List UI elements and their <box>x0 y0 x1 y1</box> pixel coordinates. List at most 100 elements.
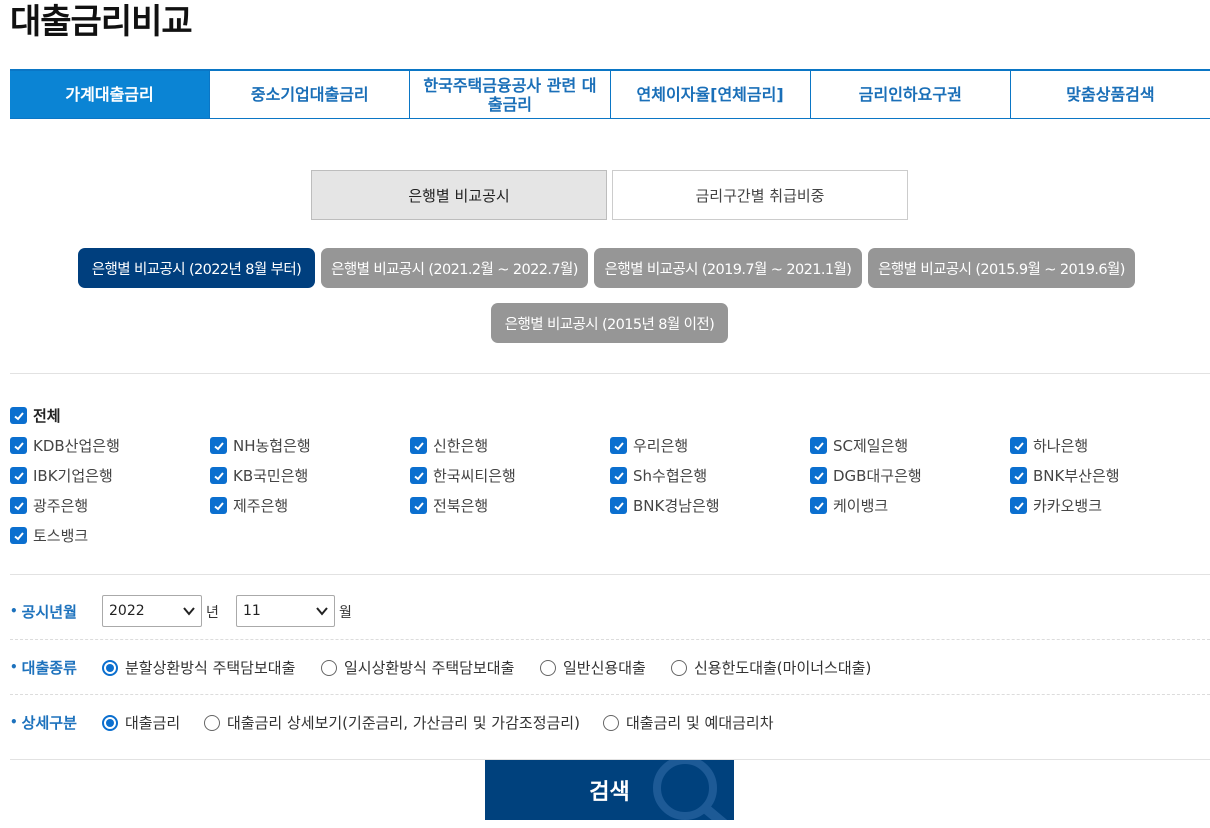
checkbox-checked-icon <box>210 437 227 454</box>
checkbox-bank[interactable]: KB국민은행 <box>210 465 308 486</box>
radio-label: 일시상환방식 주택담보대출 <box>344 659 515 677</box>
year-value: 2022 <box>109 603 145 619</box>
detail-label: 상세구분 <box>21 713 77 732</box>
year-select[interactable]: 2022 <box>102 595 202 627</box>
tab-custom-product-search[interactable]: 맞춤상품검색 <box>1011 71 1210 118</box>
page-title: 대출금리비교 <box>10 2 193 42</box>
tab-overdue-rate[interactable]: 연체이자율[연체금리] <box>611 71 811 118</box>
month-unit: 월 <box>339 605 352 621</box>
checkbox-checked-icon <box>10 437 27 454</box>
checkbox-checked-icon <box>10 407 27 424</box>
checkbox-bank[interactable]: KDB산업은행 <box>10 435 120 456</box>
checkbox-checked-icon <box>410 467 427 484</box>
checkbox-bank[interactable]: NH농협은행 <box>210 435 311 456</box>
checkbox-bank[interactable]: 케이뱅크 <box>810 495 888 516</box>
checkbox-bank-label: NH농협은행 <box>233 437 311 455</box>
checkbox-bank[interactable]: SC제일은행 <box>810 435 908 456</box>
radio-label: 일반신용대출 <box>563 659 646 677</box>
radio-label: 신용한도대출(마이너스대출) <box>694 659 872 677</box>
checkbox-checked-icon <box>610 497 627 514</box>
checkbox-checked-icon <box>210 497 227 514</box>
radio-unselected-icon <box>204 714 220 731</box>
radio-credit-line[interactable]: 신용한도대출(마이너스대출) <box>671 657 871 678</box>
detail-row-label: • 상세구분 <box>10 711 77 733</box>
checkbox-bank[interactable]: 제주은행 <box>210 495 288 516</box>
checkbox-bank[interactable]: 전북은행 <box>410 495 488 516</box>
checkbox-bank[interactable]: BNK경남은행 <box>610 495 720 516</box>
checkbox-checked-icon <box>610 437 627 454</box>
checkbox-all-label: 전체 <box>33 407 61 425</box>
period-button-2015-09[interactable]: 은행별 비교공시 (2015.9월 ~ 2019.6월) <box>868 248 1135 288</box>
month-value: 11 <box>243 603 261 619</box>
checkbox-bank-label: 제주은행 <box>233 497 289 515</box>
checkbox-bank[interactable]: BNK부산은행 <box>1010 465 1120 486</box>
radio-unselected-icon <box>321 659 337 676</box>
checkbox-bank-label: SC제일은행 <box>833 437 909 455</box>
checkbox-checked-icon <box>10 467 27 484</box>
segment-rate-range-share[interactable]: 금리구간별 취급비중 <box>612 170 908 220</box>
tab-household-loan-rate[interactable]: 가계대출금리 <box>10 71 211 118</box>
period-button-2021-02[interactable]: 은행별 비교공시 (2021.2월 ~ 2022.7월) <box>321 248 588 288</box>
period-button-2022-08[interactable]: 은행별 비교공시 (2022년 8월 부터) <box>78 248 315 288</box>
month-select[interactable]: 11 <box>236 595 335 627</box>
checkbox-checked-icon <box>810 497 827 514</box>
radio-selected-icon <box>102 659 118 676</box>
divider <box>10 639 1210 640</box>
tab-rate-cut-request[interactable]: 금리인하요구권 <box>811 71 1011 118</box>
radio-unselected-icon <box>671 659 687 676</box>
checkbox-checked-icon <box>210 467 227 484</box>
checkbox-checked-icon <box>810 437 827 454</box>
checkbox-all[interactable]: 전체 <box>10 405 61 426</box>
bullet-icon: • <box>10 660 18 674</box>
period-label: 공시년월 <box>21 602 77 621</box>
year-unit: 년 <box>206 605 219 621</box>
checkbox-checked-icon <box>10 527 27 544</box>
period-button-2019-07[interactable]: 은행별 비교공시 (2019.7월 ~ 2021.1월) <box>594 248 862 288</box>
radio-general-credit[interactable]: 일반신용대출 <box>540 657 646 678</box>
chevron-down-icon <box>183 607 195 616</box>
checkbox-checked-icon <box>10 497 27 514</box>
checkbox-bank[interactable]: 한국씨티은행 <box>410 465 516 486</box>
radio-loan-deposit-spread[interactable]: 대출금리 및 예대금리차 <box>603 712 774 733</box>
magnifier-icon <box>653 760 728 820</box>
chevron-down-icon <box>316 607 328 616</box>
main-tabs: 가계대출금리 중소기업대출금리 한국주택금융공사 관련 대출금리 연체이자율[연… <box>10 69 1210 119</box>
tab-hf-loan-rate[interactable]: 한국주택금융공사 관련 대출금리 <box>410 71 611 118</box>
period-button-before-2015-08[interactable]: 은행별 비교공시 (2015년 8월 이전) <box>491 303 728 343</box>
checkbox-checked-icon <box>410 437 427 454</box>
radio-label: 대출금리 및 예대금리차 <box>626 714 774 732</box>
checkbox-bank[interactable]: 광주은행 <box>10 495 88 516</box>
checkbox-bank-label: 하나은행 <box>1033 437 1089 455</box>
checkbox-bank-label: IBK기업은행 <box>33 467 113 485</box>
search-button[interactable]: 검색 <box>485 760 734 820</box>
checkbox-bank-label: 토스뱅크 <box>33 527 89 545</box>
checkbox-bank-label: BNK부산은행 <box>1033 467 1120 485</box>
radio-selected-icon <box>102 714 118 731</box>
checkbox-bank[interactable]: 신한은행 <box>410 435 488 456</box>
checkbox-bank[interactable]: 카카오뱅크 <box>1010 495 1102 516</box>
checkbox-bank[interactable]: Sh수협은행 <box>610 465 707 486</box>
checkbox-checked-icon <box>1010 497 1027 514</box>
checkbox-bank-label: 우리은행 <box>633 437 689 455</box>
checkbox-bank[interactable]: 하나은행 <box>1010 435 1088 456</box>
radio-label: 분할상환방식 주택담보대출 <box>125 659 296 677</box>
loan-type-row-label: • 대출종류 <box>10 656 77 678</box>
loan-type-label: 대출종류 <box>21 658 77 677</box>
tab-sme-loan-rate[interactable]: 중소기업대출금리 <box>210 71 411 118</box>
radio-unselected-icon <box>540 659 556 676</box>
radio-label: 대출금리 상세보기(기준금리, 가산금리 및 가감조정금리) <box>227 714 580 732</box>
divider <box>10 373 1210 374</box>
checkbox-bank[interactable]: 우리은행 <box>610 435 688 456</box>
checkbox-bank[interactable]: IBK기업은행 <box>10 465 113 486</box>
divider <box>10 574 1210 575</box>
radio-bullet-mortgage[interactable]: 일시상환방식 주택담보대출 <box>321 657 514 678</box>
checkbox-bank[interactable]: 토스뱅크 <box>10 525 88 546</box>
radio-loan-rate[interactable]: 대출금리 <box>102 712 180 733</box>
segment-bank-comparison[interactable]: 은행별 비교공시 <box>311 170 607 220</box>
checkbox-checked-icon <box>410 497 427 514</box>
checkbox-bank-label: 케이뱅크 <box>833 497 889 515</box>
period-row-label: • 공시년월 <box>10 600 77 622</box>
radio-loan-rate-detail[interactable]: 대출금리 상세보기(기준금리, 가산금리 및 가감조정금리) <box>204 712 580 733</box>
checkbox-bank[interactable]: DGB대구은행 <box>810 465 922 486</box>
radio-installment-mortgage[interactable]: 분할상환방식 주택담보대출 <box>102 657 295 678</box>
